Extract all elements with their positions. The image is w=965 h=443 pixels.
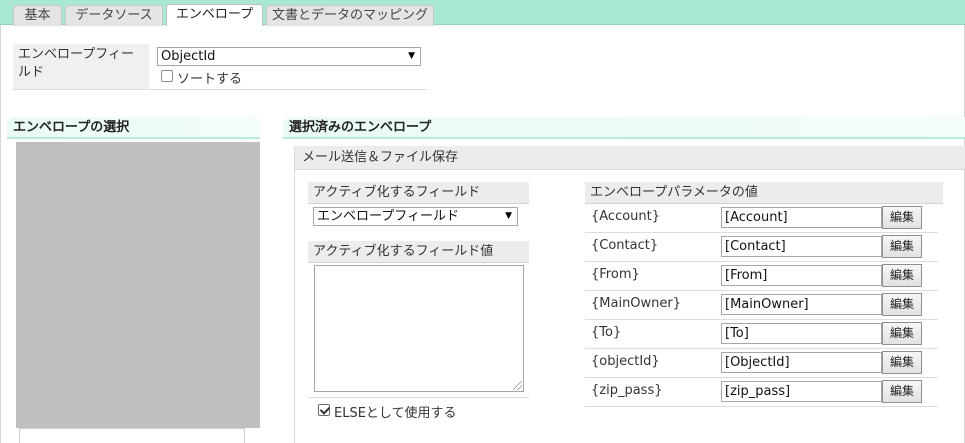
param-row: {From} [From] 編集 [585, 262, 938, 291]
selected-envelopes-header: 選択済みのエンベロープ [283, 117, 965, 139]
edit-button[interactable]: 編集 [882, 206, 922, 229]
divider [308, 397, 529, 398]
active-field-value-textarea[interactable] [314, 265, 524, 392]
tab-basic[interactable]: 基本 [13, 5, 62, 26]
envelope-field-label: エンベロープフィールド [13, 44, 149, 89]
param-name: {Account} [591, 209, 661, 224]
param-value-input[interactable]: [To] [721, 323, 882, 344]
envelope-panel-title: メール送信＆ファイル保存 [295, 146, 965, 170]
param-row: {To} [To] 編集 [585, 320, 938, 349]
dropdown-arrow-icon: ▼ [408, 51, 415, 61]
param-name: {zip_pass} [591, 383, 663, 398]
param-value-input[interactable]: [From] [721, 265, 882, 286]
param-value-input[interactable]: [Contact] [721, 236, 882, 257]
param-row: {Contact} [Contact] 編集 [585, 233, 938, 262]
param-row: {objectId} [ObjectId] 編集 [585, 349, 938, 378]
envelope-list-footer [19, 428, 245, 443]
tab-envelope[interactable]: エンベロープ [166, 4, 263, 26]
active-field-value-header: アクティブ化するフィールド値 [308, 241, 529, 263]
else-checkbox-label: ELSEとして使用する [334, 406, 457, 421]
edit-button[interactable]: 編集 [882, 235, 922, 258]
param-value-input[interactable]: [ObjectId] [721, 352, 882, 373]
tab-bar: 基本 データソース エンベロープ 文書とデータのマッピング [0, 0, 965, 26]
param-row: {zip_pass} [zip_pass] 編集 [585, 378, 938, 407]
envelope-field-value: ObjectId [161, 49, 216, 64]
param-name: {From} [591, 267, 640, 282]
edit-button[interactable]: 編集 [882, 264, 922, 287]
resize-grip-icon[interactable] [513, 381, 522, 390]
active-field-header: アクティブ化するフィールド [308, 182, 529, 204]
tab-data-source[interactable]: データソース [65, 5, 163, 26]
sort-checkbox[interactable] [161, 70, 173, 82]
param-value-input[interactable]: [MainOwner] [721, 294, 882, 315]
param-value-input[interactable]: [zip_pass] [721, 381, 882, 402]
active-field-value: エンベロープフィールド [317, 209, 459, 224]
edit-button[interactable]: 編集 [882, 322, 922, 345]
sort-checkbox-label: ソートする [177, 72, 243, 87]
param-name: {MainOwner} [591, 296, 682, 311]
param-row: {MainOwner} [MainOwner] 編集 [585, 291, 938, 320]
envelope-parameters-header: エンベロープパラメータの値 [585, 182, 943, 204]
active-field-select[interactable]: エンベロープフィールド ▼ [313, 207, 518, 226]
param-name: {To} [591, 325, 622, 340]
param-name: {Contact} [591, 238, 659, 253]
tab-document-data-mapping[interactable]: 文書とデータのマッピング [266, 5, 434, 26]
envelope-selection-header: エンベロープの選択 [7, 117, 260, 139]
edit-button[interactable]: 編集 [882, 380, 922, 403]
dropdown-arrow-icon: ▼ [505, 211, 512, 221]
edit-button[interactable]: 編集 [882, 293, 922, 316]
envelope-field-select[interactable]: ObjectId ▼ [157, 47, 421, 66]
param-row: {Account} [Account] 編集 [585, 204, 938, 233]
param-name: {objectId} [591, 354, 660, 369]
param-value-input[interactable]: [Account] [721, 207, 882, 228]
else-checkbox[interactable] [318, 404, 330, 416]
envelope-list[interactable] [16, 142, 260, 428]
edit-button[interactable]: 編集 [882, 351, 922, 374]
